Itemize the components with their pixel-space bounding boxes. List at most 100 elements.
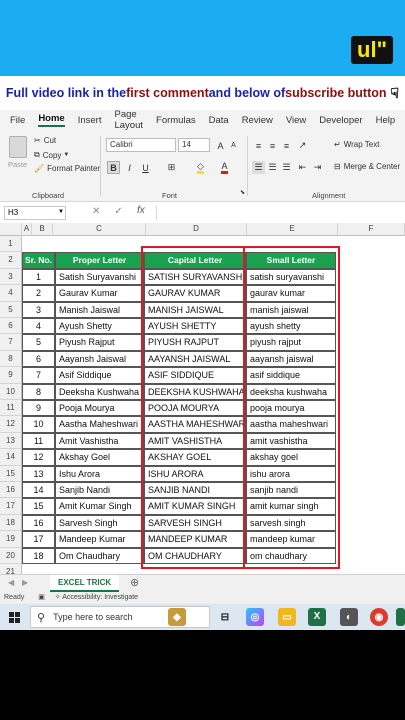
task-view-icon[interactable]: ⊟ — [216, 608, 234, 626]
row-header[interactable]: 20 — [0, 547, 22, 564]
excel-icon[interactable]: X — [308, 608, 326, 626]
cell-proper-letter[interactable]: Piyush Rajput — [55, 334, 144, 351]
app-icon-partial[interactable] — [396, 608, 405, 626]
cell-sr-no[interactable]: 3 — [22, 301, 55, 318]
ribbon-tab-formulas[interactable]: Formulas — [156, 115, 196, 126]
cell-proper-letter[interactable]: Pooja Mourya — [55, 400, 144, 417]
sheet-nav-left-icon[interactable]: ◀ — [8, 578, 14, 587]
column-header-e[interactable]: E — [247, 223, 338, 236]
ribbon-tab-page-layout[interactable]: Page Layout — [114, 109, 143, 131]
insert-function-button[interactable]: fx — [137, 205, 145, 216]
copy-button[interactable]: ⧉ Copy ▼ — [34, 150, 69, 160]
fill-color-icon[interactable]: ◇ — [194, 161, 207, 174]
cell-capital-letter[interactable]: DEEKSHA KUSHWAHA — [144, 383, 246, 400]
cell-proper-letter[interactable]: Manish Jaiswal — [55, 301, 144, 318]
row-header[interactable]: 11 — [0, 400, 22, 417]
cell-small-letter[interactable]: pooja mourya — [246, 400, 336, 417]
cell-proper-letter[interactable]: Amit Kumar Singh — [55, 498, 144, 515]
copilot-icon[interactable]: ◎ — [246, 608, 264, 626]
underline-button[interactable]: U — [139, 161, 152, 174]
cell-capital-letter[interactable]: AKSHAY GOEL — [144, 449, 246, 466]
cell-small-letter[interactable]: sarvesh singh — [246, 514, 336, 532]
cell-sr-no[interactable]: 12 — [22, 449, 55, 466]
cell-small-letter[interactable]: sanjib nandi — [246, 482, 336, 499]
column-header-a[interactable]: A — [22, 223, 32, 236]
align-center-icon[interactable]: ☰ — [266, 161, 279, 174]
cell-sr-no[interactable]: 14 — [22, 482, 55, 499]
cut-button[interactable]: ✂ Cut — [34, 136, 56, 145]
column-header-f[interactable]: F — [338, 223, 405, 236]
align-bottom-icon[interactable]: ≡ — [280, 139, 293, 152]
sheet-tab[interactable]: EXCEL TRICK — [50, 575, 120, 592]
format-painter-button[interactable]: 🖌 Format Painter — [34, 164, 100, 173]
cell-capital-letter[interactable]: SANJIB NANDI — [144, 482, 246, 499]
file-explorer-icon[interactable]: ▭ — [278, 608, 296, 626]
cell-sr-no[interactable]: 9 — [22, 400, 55, 417]
cell-small-letter[interactable]: amit vashistha — [246, 432, 336, 450]
cell-capital-letter[interactable]: AYUSH SHETTY — [144, 318, 246, 335]
header-capital-letter[interactable]: Capital Letter — [144, 252, 246, 269]
cell-capital-letter[interactable]: MANISH JAISWAL — [144, 301, 246, 318]
formula-input[interactable] — [156, 206, 405, 220]
ribbon-tab-review[interactable]: Review — [242, 115, 273, 126]
wrap-text-button[interactable]: ↵ Wrap Text — [334, 140, 379, 149]
increase-indent-icon[interactable]: ⇥ — [311, 161, 324, 174]
cell-small-letter[interactable]: piyush rajput — [246, 334, 336, 351]
orientation-icon[interactable]: ↗ — [296, 139, 309, 152]
cell-small-letter[interactable]: satish suryavanshi — [246, 268, 336, 286]
cell-capital-letter[interactable]: OM CHAUDHARY — [144, 547, 246, 564]
cell-capital-letter[interactable]: POOJA MOURYA — [144, 400, 246, 417]
column-header-c[interactable]: C — [53, 223, 146, 236]
cell-sr-no[interactable]: 6 — [22, 350, 55, 368]
row-header[interactable]: 2 — [0, 252, 22, 269]
ribbon-tab-help[interactable]: Help — [376, 115, 396, 126]
row-header[interactable]: 6 — [0, 318, 22, 335]
decrease-font-icon[interactable]: A — [227, 139, 240, 152]
header-small-letter[interactable]: Small Letter — [246, 252, 336, 269]
ribbon-tab-home[interactable]: Home — [38, 113, 65, 127]
accessibility-status[interactable]: Accessibility: Investigate — [62, 594, 138, 601]
cell-proper-letter[interactable]: Gaurav Kumar — [55, 285, 144, 302]
font-color-icon[interactable]: A — [218, 161, 231, 174]
font-name-select[interactable]: Calibri — [106, 138, 176, 152]
column-header-b[interactable]: B — [32, 223, 53, 236]
app-icon[interactable]: ◐ — [340, 608, 358, 626]
ribbon-tab-data[interactable]: Data — [209, 115, 229, 126]
cell-small-letter[interactable]: om chaudhary — [246, 547, 336, 564]
cell-capital-letter[interactable]: AMIT VASHISTHA — [144, 432, 246, 450]
merge-center-button[interactable]: ⊟ Merge & Center — [334, 162, 400, 171]
header-proper-letter[interactable]: Proper Letter — [55, 252, 144, 269]
cell-proper-letter[interactable]: Akshay Goel — [55, 449, 144, 466]
cell-capital-letter[interactable]: AASTHA MAHESHWARI — [144, 416, 246, 433]
row-header[interactable]: 10 — [0, 383, 22, 400]
cell-capital-letter[interactable]: MANDEEP KUMAR — [144, 531, 246, 548]
cell-proper-letter[interactable]: Ishu Arora — [55, 465, 144, 482]
cell-sr-no[interactable]: 13 — [22, 465, 55, 482]
cell-proper-letter[interactable]: Amit Vashistha — [55, 432, 144, 450]
cell-small-letter[interactable]: manish jaiswal — [246, 301, 336, 318]
row-header[interactable]: 12 — [0, 416, 22, 433]
row-header[interactable]: 13 — [0, 432, 22, 450]
bold-button[interactable]: B — [107, 161, 120, 174]
cell-capital-letter[interactable]: SATISH SURYAVANSHI — [144, 268, 246, 286]
align-middle-icon[interactable]: ≡ — [266, 139, 279, 152]
search-highlight-icon[interactable]: ◆ — [168, 608, 186, 626]
formula-cancel-confirm-icons[interactable]: ✕✓ — [92, 206, 137, 217]
cell-sr-no[interactable]: 18 — [22, 547, 55, 564]
cell-proper-letter[interactable]: Satish Suryavanshi — [55, 268, 144, 286]
cell-small-letter[interactable]: aastha maheshwari — [246, 416, 336, 433]
cell-proper-letter[interactable]: Sanjib Nandi — [55, 482, 144, 499]
cell-capital-letter[interactable]: ASIF SIDDIQUE — [144, 367, 246, 384]
select-all-corner[interactable] — [0, 223, 22, 236]
cell-proper-letter[interactable]: Om Chaudhary — [55, 547, 144, 564]
borders-icon[interactable]: ⊞ — [165, 161, 178, 174]
cell-small-letter[interactable]: amit kumar singh — [246, 498, 336, 515]
cell-small-letter[interactable]: aayansh jaiswal — [246, 350, 336, 368]
cell-proper-letter[interactable]: Asif Siddique — [55, 367, 144, 384]
cell-proper-letter[interactable]: Deeksha Kushwaha — [55, 383, 144, 400]
increase-font-icon[interactable]: A — [214, 139, 227, 152]
header-sr-no[interactable]: Sr. No. — [22, 252, 55, 269]
ribbon-tab-file[interactable]: File — [10, 115, 25, 126]
cell-proper-letter[interactable]: Sarvesh Singh — [55, 514, 144, 532]
cell-sr-no[interactable]: 5 — [22, 334, 55, 351]
